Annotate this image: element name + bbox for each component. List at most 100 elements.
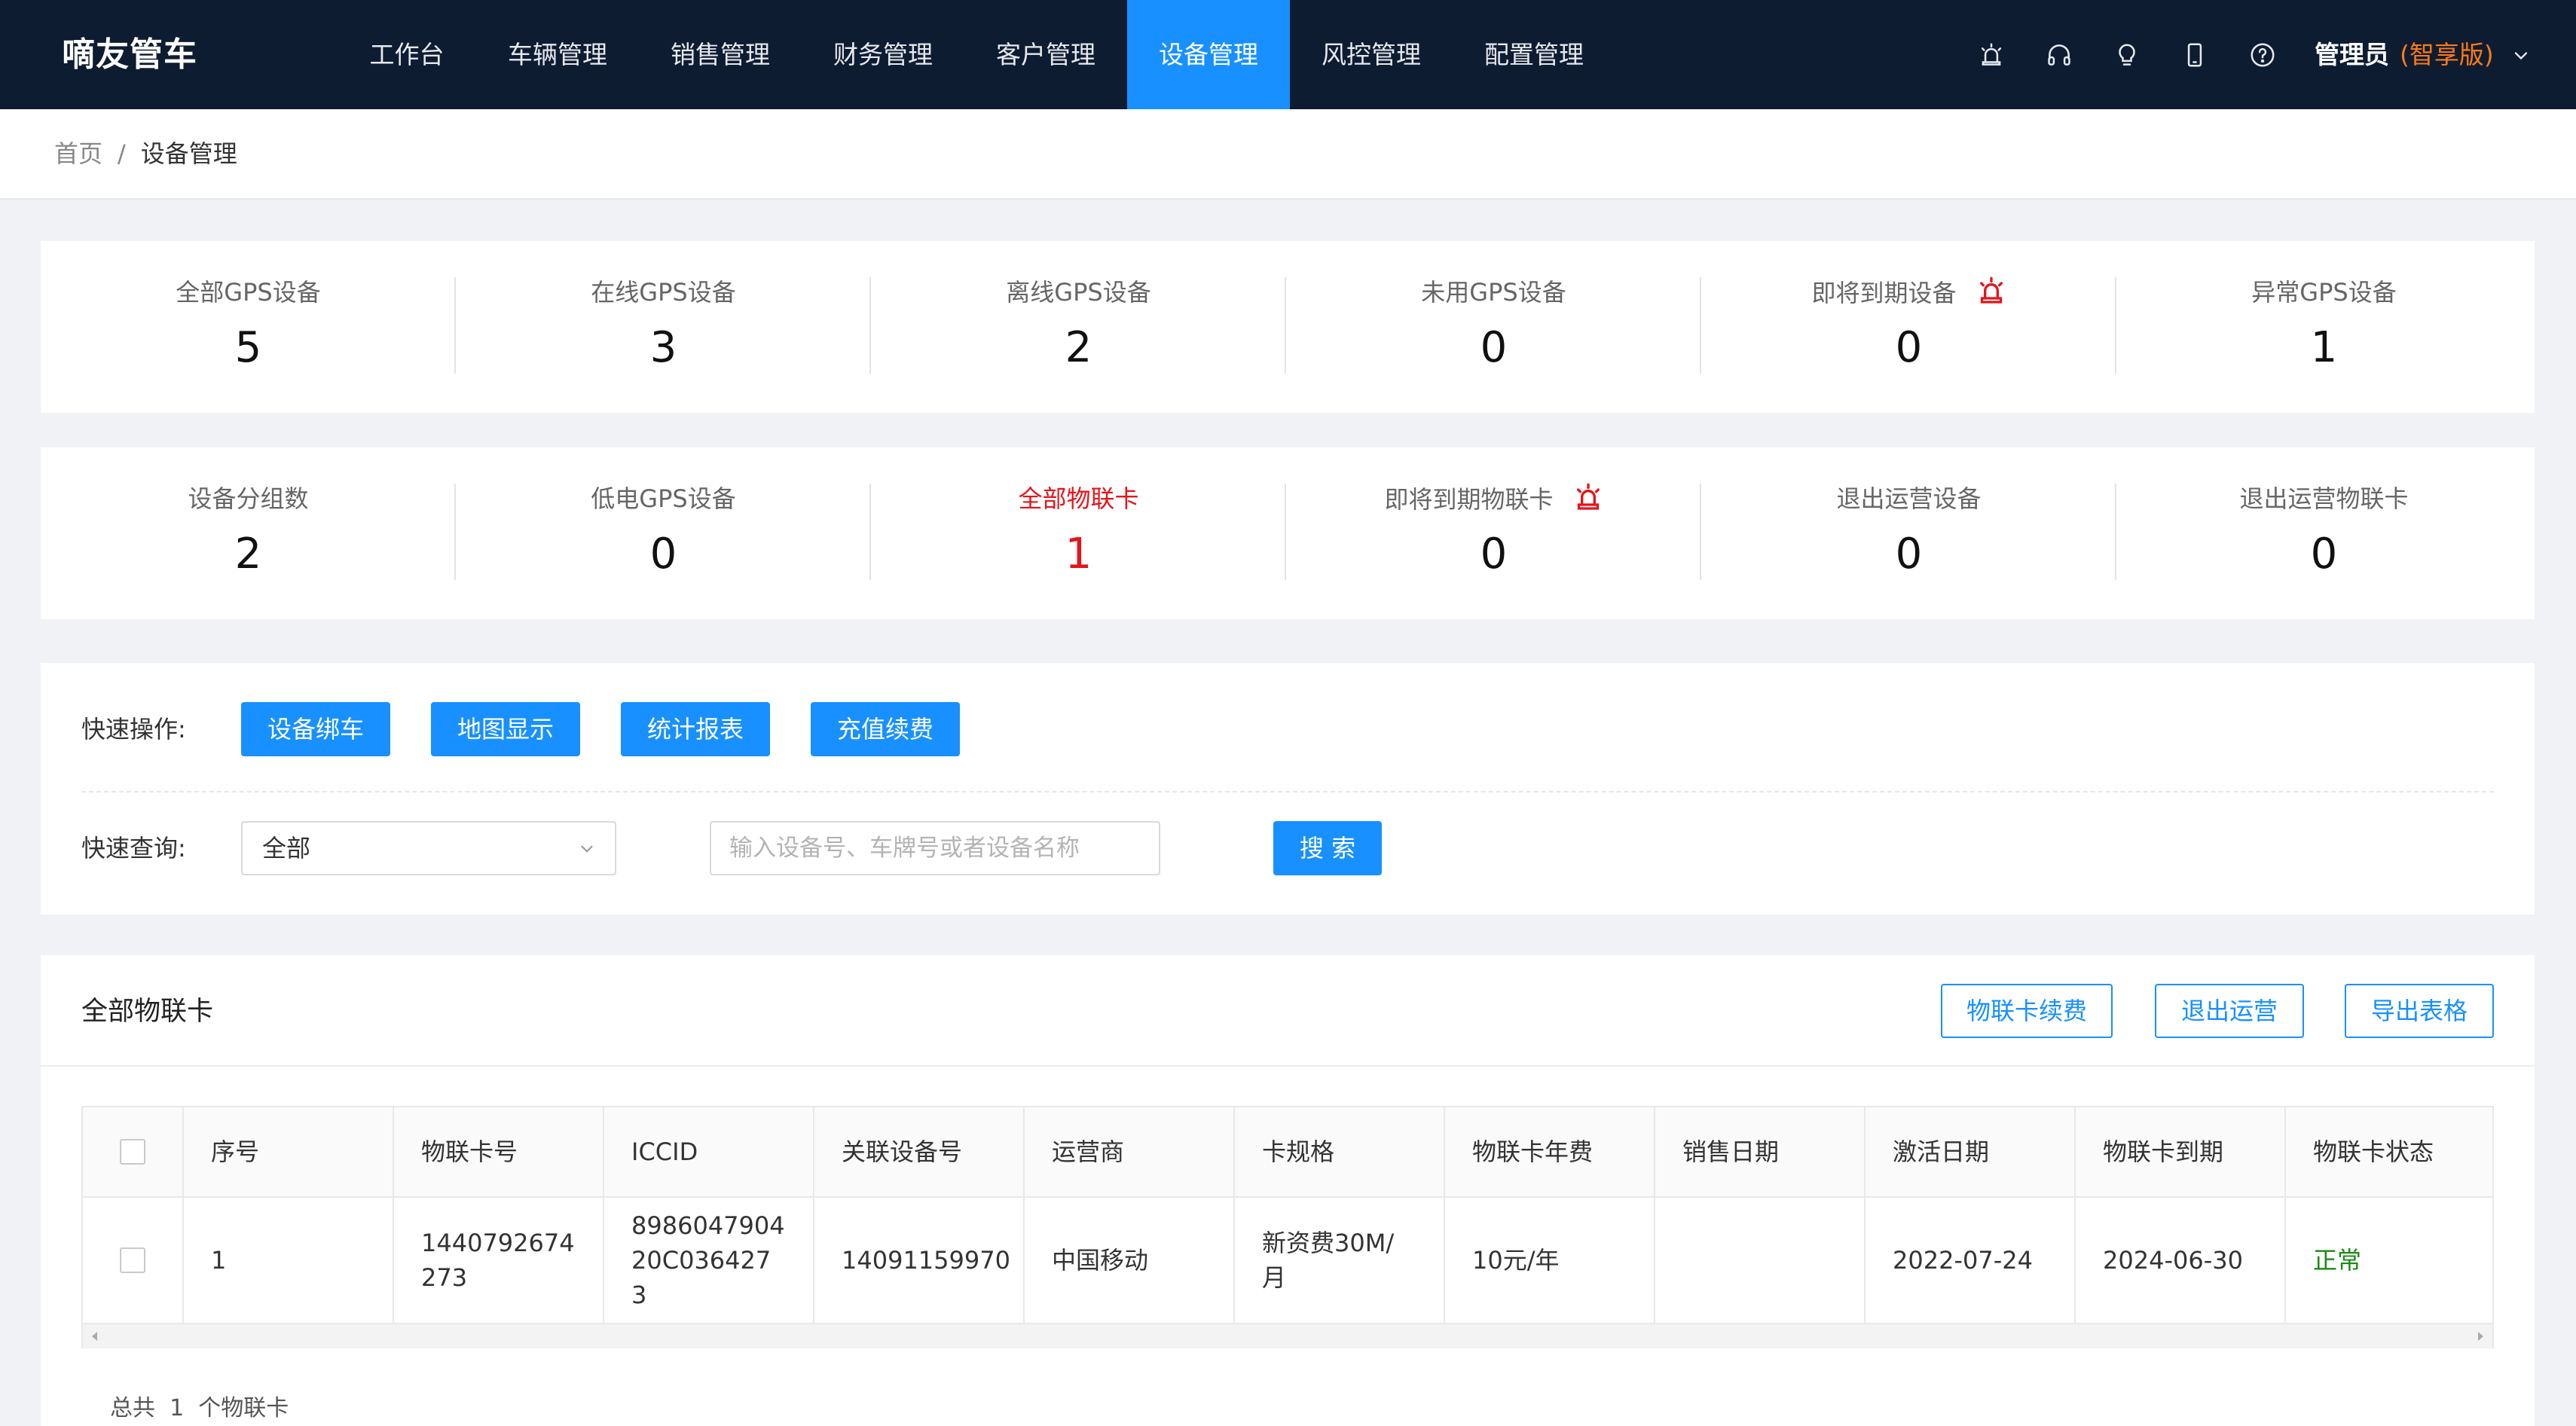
section-divider <box>41 1065 2535 1067</box>
cell-activation-date: 2022-07-24 <box>1866 1198 2076 1323</box>
breadcrumb-home[interactable]: 首页 <box>54 139 102 168</box>
chevron-down-icon <box>577 839 597 859</box>
retire-card-button[interactable]: 退出运营 <box>2155 984 2304 1038</box>
column-header[interactable]: 序号 <box>184 1107 394 1196</box>
table-row[interactable]: 1 1440792674273 898604790420C0364273 140… <box>83 1198 2492 1324</box>
column-header[interactable]: 销售日期 <box>1655 1107 1866 1196</box>
stat-label: 在线GPS设备 <box>591 278 736 307</box>
user-name: 管理员 <box>2315 40 2389 69</box>
stat-label: 未用GPS设备 <box>1421 278 1566 307</box>
nav-item-risk[interactable]: 风控管理 <box>1290 0 1453 109</box>
search-button[interactable]: 搜 索 <box>1273 821 1382 875</box>
stat-label: 设备分组数 <box>188 484 309 513</box>
export-table-button[interactable]: 导出表格 <box>2345 984 2494 1038</box>
stat-low-battery-gps[interactable]: 低电GPS设备 0 <box>456 447 871 619</box>
stat-value: 1 <box>2310 323 2338 372</box>
alarm-icon <box>1976 276 2006 306</box>
stat-label: 离线GPS设备 <box>1006 278 1151 307</box>
map-view-button[interactable]: 地图显示 <box>431 702 580 756</box>
cell-expiry-date: 2024-06-30 <box>2076 1198 2286 1323</box>
stat-retired-iot-cards[interactable]: 退出运营物联卡 0 <box>2116 447 2532 619</box>
alarm-icon[interactable] <box>1977 41 2006 69</box>
select-value: 全部 <box>262 834 311 863</box>
gps-stats-card: 全部GPS设备 5 在线GPS设备 3 离线GPS设备 2 未用GPS设备 0 … <box>41 241 2535 413</box>
stat-abnormal-gps[interactable]: 异常GPS设备 1 <box>2116 241 2532 413</box>
stat-value: 5 <box>234 323 262 372</box>
column-header[interactable]: ICCID <box>604 1107 814 1196</box>
chevron-down-icon[interactable] <box>2510 45 2532 66</box>
section-title: 全部物联卡 <box>81 997 214 1027</box>
breadcrumb-separator: / <box>118 139 126 168</box>
stat-retired-devices[interactable]: 退出运营设备 0 <box>1701 447 2116 619</box>
stat-all-iot-cards[interactable]: 全部物联卡 1 <box>871 447 1286 619</box>
stat-label: 全部GPS设备 <box>176 278 321 307</box>
nav-item-sales[interactable]: 销售管理 <box>639 0 802 109</box>
stat-value: 0 <box>1895 530 1923 579</box>
stat-label: 异常GPS设备 <box>2251 278 2397 307</box>
stat-label: 低电GPS设备 <box>591 484 736 513</box>
statistics-report-button[interactable]: 统计报表 <box>621 702 770 756</box>
column-header[interactable]: 物联卡号 <box>394 1107 604 1196</box>
stat-expiring-devices[interactable]: 即将到期设备 0 <box>1701 241 2116 413</box>
stat-label: 即将到期物联卡 <box>1286 482 1701 515</box>
stat-all-gps[interactable]: 全部GPS设备 5 <box>41 241 456 413</box>
stat-label: 即将到期设备 <box>1701 276 2116 309</box>
quick-actions-card: 快速操作: 设备绑车 地图显示 统计报表 充值续费 快速查询: 全部 搜 索 <box>41 663 2535 915</box>
quick-search-label: 快速查询: <box>81 834 186 863</box>
horizontal-scrollbar[interactable] <box>81 1324 2494 1348</box>
alarm-icon <box>1573 482 1603 512</box>
column-header[interactable]: 物联卡年费 <box>1445 1107 1655 1196</box>
device-filter-select[interactable]: 全部 <box>241 821 616 875</box>
row-select-cell <box>83 1198 184 1323</box>
column-header[interactable]: 关联设备号 <box>814 1107 1025 1196</box>
table-total-count: 总共 1 个物联卡 <box>110 1392 289 1425</box>
stat-value: 0 <box>649 530 677 579</box>
column-header[interactable]: 物联卡到期 <box>2076 1107 2286 1196</box>
user-menu[interactable]: 管理员 (智享版) <box>2315 0 2494 109</box>
cell-carrier: 中国移动 <box>1025 1198 1235 1323</box>
iot-card-table: 序号 物联卡号 ICCID 关联设备号 运营商 卡规格 物联卡年费 销售日期 激… <box>81 1106 2494 1324</box>
nav-item-config[interactable]: 配置管理 <box>1453 0 1615 109</box>
column-header[interactable]: 激活日期 <box>1866 1107 2076 1196</box>
nav-item-customers[interactable]: 客户管理 <box>964 0 1127 109</box>
total-prefix: 总共 <box>110 1395 155 1421</box>
stat-offline-gps[interactable]: 离线GPS设备 2 <box>871 241 1286 413</box>
select-all-cell <box>83 1107 184 1196</box>
stat-value: 0 <box>2310 530 2338 579</box>
bind-vehicle-button[interactable]: 设备绑车 <box>241 702 390 756</box>
breadcrumb-current: 设备管理 <box>140 139 237 168</box>
device-search-input[interactable] <box>710 821 1160 875</box>
nav-item-workbench[interactable]: 工作台 <box>325 0 488 109</box>
stat-value: 0 <box>1895 323 1923 372</box>
cell-device-number: 14091159970 <box>814 1198 1025 1323</box>
iot-card-table-section: 全部物联卡 物联卡续费 退出运营 导出表格 序号 物联卡号 ICCID 关联设备… <box>41 955 2535 1426</box>
total-count: 1 <box>170 1395 185 1421</box>
nav-item-vehicles[interactable]: 车辆管理 <box>476 0 639 109</box>
stat-online-gps[interactable]: 在线GPS设备 3 <box>456 241 871 413</box>
mobile-icon[interactable] <box>2180 41 2209 69</box>
headset-icon[interactable] <box>2045 41 2073 69</box>
stat-unused-gps[interactable]: 未用GPS设备 0 <box>1286 241 1701 413</box>
select-all-checkbox[interactable] <box>120 1139 145 1165</box>
stat-expiring-iot-cards[interactable]: 即将到期物联卡 0 <box>1286 447 1701 619</box>
brand-logo[interactable]: 嘀友管车 <box>62 0 197 109</box>
cell-card-number: 1440792674273 <box>394 1198 604 1323</box>
lightbulb-icon[interactable] <box>2113 41 2141 69</box>
stat-value: 3 <box>649 323 677 372</box>
stat-device-groups[interactable]: 设备分组数 2 <box>41 447 456 619</box>
recharge-button[interactable]: 充值续费 <box>811 702 960 756</box>
quick-ops-label: 快速操作: <box>81 715 186 744</box>
nav-item-devices[interactable]: 设备管理 <box>1127 0 1290 109</box>
stat-value: 2 <box>1065 323 1092 372</box>
scroll-right-icon[interactable] <box>2473 1329 2488 1344</box>
column-header[interactable]: 物联卡状态 <box>2286 1107 2492 1196</box>
total-suffix: 个物联卡 <box>198 1395 289 1421</box>
renew-card-button[interactable]: 物联卡续费 <box>1941 984 2113 1038</box>
stat-label: 全部物联卡 <box>1018 484 1139 513</box>
column-header[interactable]: 卡规格 <box>1235 1107 1445 1196</box>
scroll-left-icon[interactable] <box>87 1329 102 1344</box>
column-header[interactable]: 运营商 <box>1025 1107 1235 1196</box>
nav-item-finance[interactable]: 财务管理 <box>802 0 964 109</box>
row-checkbox[interactable] <box>120 1247 145 1273</box>
help-icon[interactable] <box>2248 41 2277 69</box>
